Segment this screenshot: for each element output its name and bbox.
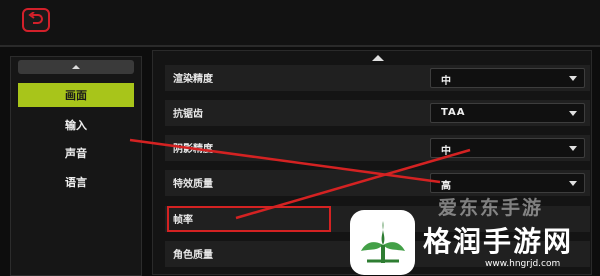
watermark-url: www.hngrjd.com (485, 259, 561, 269)
watermark-brand: 格润手游网 (423, 225, 574, 258)
watermark-logo-icon (350, 210, 415, 275)
watermark-badge: 格润手游网 www.hngrjd.com (350, 210, 600, 275)
